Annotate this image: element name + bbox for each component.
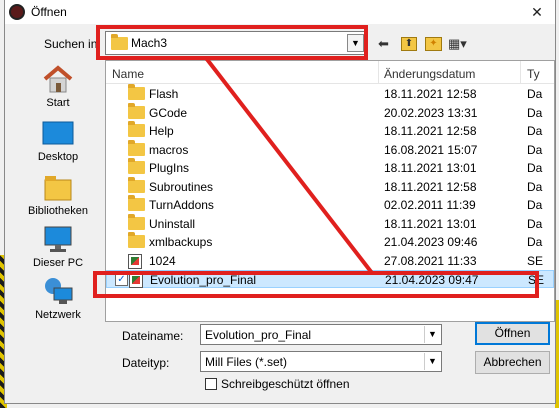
file-name: GCode bbox=[149, 105, 188, 120]
file-type: Da bbox=[527, 124, 543, 138]
filename-label: Dateiname: bbox=[122, 329, 184, 343]
place-this-pc[interactable]: Dieser PC bbox=[16, 224, 100, 269]
new-folder-icon[interactable]: ✦ bbox=[425, 37, 442, 51]
file-row[interactable]: 1024 27.08.2021 11:33 SE bbox=[106, 252, 554, 270]
file-date: 18.11.2021 13:01 bbox=[384, 216, 477, 231]
place-network[interactable]: Netzwerk bbox=[16, 276, 100, 321]
chevron-down-icon[interactable]: ▼ bbox=[424, 326, 440, 343]
file-date: 18.11.2021 13:01 bbox=[384, 161, 477, 175]
filename-input[interactable]: Evolution_pro_Final ▼ bbox=[200, 324, 442, 345]
sort-indicator-icon: ⌃ bbox=[240, 60, 249, 68]
folder-icon bbox=[128, 213, 146, 231]
look-in-label: Suchen in: bbox=[44, 37, 101, 51]
back-icon[interactable]: ⬅ bbox=[378, 35, 389, 53]
annotation-box-lookin bbox=[96, 25, 368, 60]
open-file-dialog: Öffnen ✕ Suchen in: Mach3 ▼ ⬅ ⬆ ✦ ▦▾ Sta… bbox=[4, 0, 556, 404]
up-folder-icon[interactable]: ⬆ bbox=[401, 37, 417, 51]
place-label: Bibliotheken bbox=[28, 205, 88, 217]
file-row[interactable]: PlugIns 18.11.2021 13:01 Da bbox=[106, 158, 554, 177]
file-name: macros bbox=[149, 142, 189, 157]
filename-value[interactable]: Evolution_pro_Final bbox=[205, 328, 311, 342]
file-name: PlugIns bbox=[149, 161, 190, 175]
desktop-icon bbox=[42, 121, 74, 145]
annotation-box-file bbox=[93, 271, 539, 298]
column-header: Name ⌃ Änderungsdatum Ty bbox=[106, 61, 554, 84]
file-date: 27.08.2021 11:33 bbox=[384, 253, 477, 268]
column-name[interactable]: Name bbox=[112, 67, 144, 81]
file-row[interactable]: Flash 18.11.2021 12:58 Da bbox=[106, 84, 554, 103]
file-type: Da bbox=[527, 105, 543, 120]
place-label: Desktop bbox=[37, 151, 79, 163]
file-type: SE bbox=[527, 253, 544, 268]
file-name: Flash bbox=[149, 87, 179, 101]
file-type: Da bbox=[527, 235, 543, 249]
folder-icon bbox=[128, 176, 146, 194]
places-bar: Start Desktop Bibliotheken Dieser PC Net… bbox=[16, 60, 100, 322]
libraries-icon bbox=[44, 176, 72, 201]
folder-icon bbox=[128, 102, 146, 120]
place-label: Netzwerk bbox=[35, 309, 81, 321]
folder-icon bbox=[128, 139, 146, 157]
file-type: Da bbox=[527, 161, 543, 175]
place-label: Dieser PC bbox=[32, 257, 84, 269]
file-type: Da bbox=[527, 216, 543, 231]
file-date: 18.11.2021 12:58 bbox=[384, 179, 477, 194]
folder-icon bbox=[128, 84, 146, 101]
filetype-label: Dateityp: bbox=[122, 356, 170, 370]
file-row[interactable]: TurnAddons 02.02.2011 11:39 Da bbox=[106, 195, 554, 214]
file-name: TurnAddons bbox=[149, 198, 214, 212]
place-libraries[interactable]: Bibliotheken bbox=[16, 172, 100, 217]
folder-icon bbox=[128, 232, 146, 249]
app-icon bbox=[9, 4, 25, 20]
file-type: Da bbox=[527, 142, 543, 157]
file-name: 1024 bbox=[149, 253, 176, 268]
file-type: Da bbox=[527, 87, 543, 101]
place-label: Start bbox=[46, 97, 70, 109]
network-icon bbox=[45, 278, 73, 304]
file-date: 18.11.2021 12:58 bbox=[384, 87, 477, 101]
readonly-label[interactable]: Schreibgeschützt öffnen bbox=[221, 377, 350, 391]
file-row[interactable]: macros 16.08.2021 15:07 Da bbox=[106, 139, 554, 159]
place-desktop[interactable]: Desktop bbox=[16, 118, 100, 163]
file-row[interactable]: Uninstall 18.11.2021 13:01 Da bbox=[106, 213, 554, 233]
file-type: Da bbox=[527, 179, 543, 194]
file-row[interactable]: Help 18.11.2021 12:58 Da bbox=[106, 121, 554, 140]
filetype-value: Mill Files (*.set) bbox=[205, 355, 288, 369]
file-type: Da bbox=[527, 198, 543, 212]
column-date[interactable]: Änderungsdatum bbox=[384, 67, 475, 81]
window-title: Öffnen bbox=[31, 5, 67, 19]
computer-icon bbox=[44, 226, 72, 252]
place-start[interactable]: Start bbox=[16, 64, 100, 109]
file-row[interactable]: GCode 20.02.2023 13:31 Da bbox=[106, 102, 554, 122]
settings-file-icon bbox=[128, 253, 146, 269]
folder-icon bbox=[128, 195, 146, 212]
file-name: Uninstall bbox=[149, 216, 196, 231]
open-button[interactable]: Öffnen bbox=[475, 322, 550, 345]
file-name: xmlbackups bbox=[149, 235, 213, 249]
file-row[interactable]: Subroutines 18.11.2021 12:58 Da bbox=[106, 176, 554, 196]
file-name: Subroutines bbox=[149, 179, 214, 194]
file-date: 16.08.2021 15:07 bbox=[384, 142, 478, 157]
home-icon bbox=[43, 65, 73, 93]
column-type[interactable]: Ty bbox=[527, 67, 540, 81]
file-date: 20.02.2023 13:31 bbox=[384, 105, 478, 120]
close-button[interactable]: ✕ bbox=[527, 3, 547, 21]
file-date: 18.11.2021 12:58 bbox=[384, 124, 477, 138]
cancel-button[interactable]: Abbrechen bbox=[475, 351, 550, 374]
file-name: Help bbox=[149, 124, 174, 138]
file-date: 02.02.2011 11:39 bbox=[384, 198, 476, 212]
screen: Öffnen ✕ Suchen in: Mach3 ▼ ⬅ ⬆ ✦ ▦▾ Sta… bbox=[0, 0, 559, 408]
readonly-checkbox[interactable] bbox=[205, 378, 217, 390]
title-bar[interactable]: Öffnen ✕ bbox=[5, 0, 555, 24]
folder-icon bbox=[128, 121, 146, 138]
file-row[interactable]: xmlbackups 21.04.2023 09:46 Da bbox=[106, 232, 554, 251]
folder-icon bbox=[128, 158, 146, 175]
file-date: 21.04.2023 09:46 bbox=[384, 235, 478, 249]
chevron-down-icon[interactable]: ▼ bbox=[424, 353, 440, 370]
filetype-select[interactable]: Mill Files (*.set) ▼ bbox=[200, 351, 442, 372]
view-menu-icon[interactable]: ▦▾ bbox=[448, 35, 467, 53]
